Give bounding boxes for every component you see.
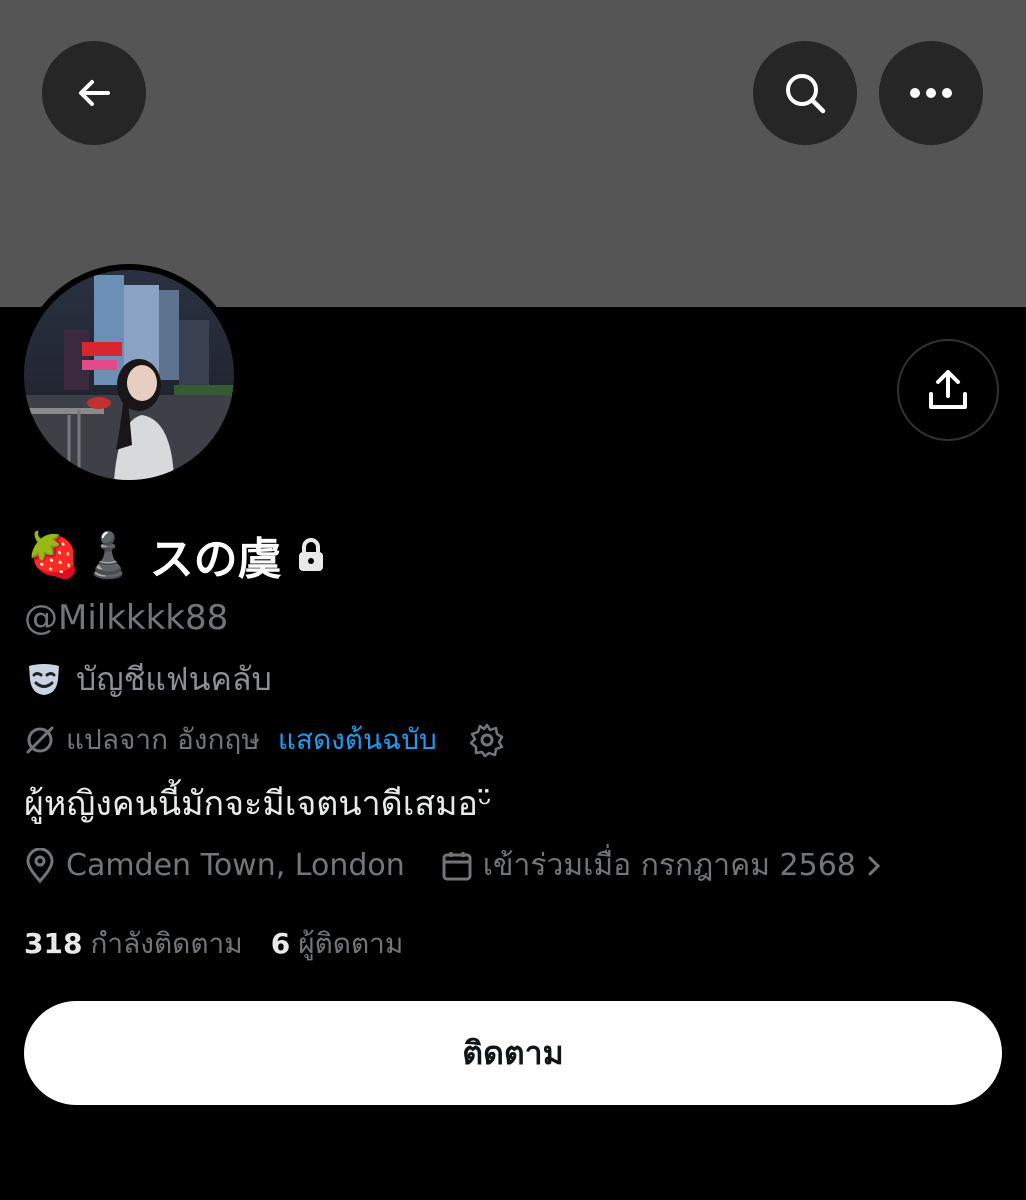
arrow-left-icon <box>79 80 110 106</box>
translation-row: แปลจาก อังกฤษ แสดงต้นฉบับ <box>24 718 505 762</box>
translation-note: แปลจาก อังกฤษ <box>66 723 260 756</box>
search-icon <box>786 74 826 114</box>
handle: @Milkkkk88 <box>24 598 229 638</box>
lock-icon <box>298 538 323 571</box>
share-button[interactable] <box>897 339 999 441</box>
bio-text: ผู้หญิงคนนี้มักจะมีเจตนาดีเสมอ <box>24 784 478 824</box>
joined-item[interactable]: เข้าร่วมเมื่อ กรกฎาคม 2568 <box>441 842 882 889</box>
following-link[interactable]: 318 กำลังติดตาม <box>24 922 243 966</box>
profile-banner[interactable] <box>0 0 1026 307</box>
following-count: 318 <box>24 927 83 960</box>
calendar-icon <box>442 851 472 880</box>
follow-button[interactable]: ติดตาม <box>24 1001 1002 1105</box>
fan-account-label: บัญชีแฟนคลับ <box>76 660 272 698</box>
display-name-row: 🍓♟️ スの虞 <box>26 522 326 588</box>
more-options-button[interactable] <box>879 41 983 145</box>
display-name: スの虞 <box>149 534 282 585</box>
display-name-emoji: 🍓♟️ <box>26 530 136 581</box>
bio-symbol: ᵕ̈ <box>477 784 493 824</box>
following-label: กำลังติดตาม <box>90 927 243 960</box>
mask-icon <box>29 663 59 695</box>
chevron-right-icon <box>868 856 880 875</box>
fan-account-row: บัญชีแฟนคลับ <box>26 654 272 705</box>
avatar-photo <box>24 270 234 480</box>
avatar[interactable] <box>24 270 234 480</box>
followers-link[interactable]: 6 ผู้ติดตาม <box>271 922 404 966</box>
bio: ผู้หญิงคนนี้มักจะมีเจตนาดีเสมอᵕ̈ <box>24 776 492 830</box>
location-pin-icon <box>26 847 54 883</box>
back-button[interactable] <box>42 41 146 145</box>
location-text: Camden Town, London <box>66 848 405 883</box>
follow-stats: 318 กำลังติดตาม 6 ผู้ติดตาม <box>24 922 403 966</box>
more-horizontal-icon <box>910 88 952 98</box>
location-item: Camden Town, London <box>24 847 405 884</box>
show-original-link[interactable]: แสดงต้นฉบับ <box>278 718 437 762</box>
share-upload-icon <box>929 370 967 409</box>
gear-icon[interactable] <box>469 722 505 758</box>
search-button[interactable] <box>753 41 857 145</box>
profile-meta-row: Camden Town, London เข้าร่วมเมื่อ กรกฎาค… <box>24 842 882 889</box>
followers-count: 6 <box>270 927 291 960</box>
followers-label: ผู้ติดตาม <box>298 927 404 960</box>
joined-text: เข้าร่วมเมื่อ กรกฎาคม 2568 <box>482 848 856 883</box>
translate-off-icon <box>26 726 54 754</box>
